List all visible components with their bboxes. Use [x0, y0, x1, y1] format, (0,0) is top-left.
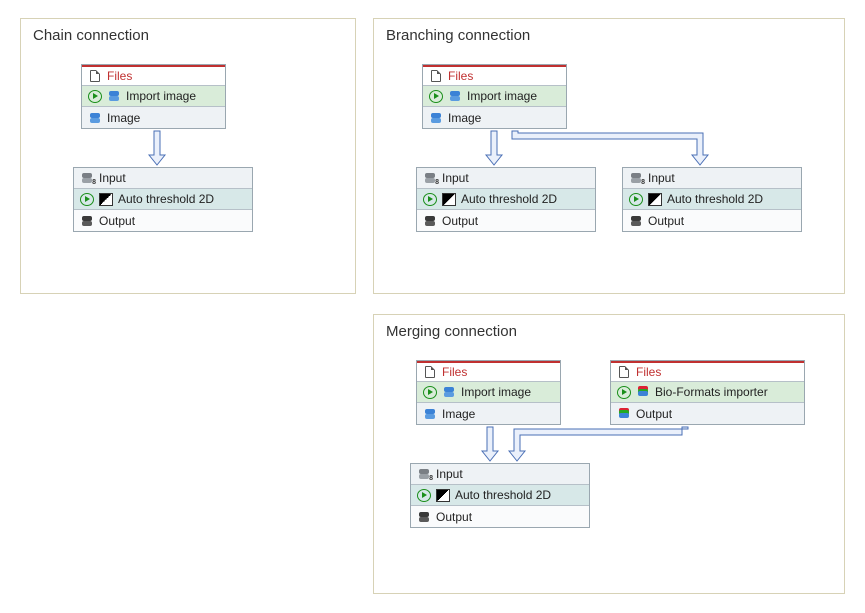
op-row[interactable]: Bio-Formats importer	[611, 382, 804, 403]
threshold-icon	[442, 193, 456, 206]
op-label: Import image	[126, 89, 196, 103]
stack-icon: 8	[80, 171, 94, 185]
slot-files: Files	[82, 65, 225, 86]
play-icon	[88, 90, 102, 103]
node-import-image[interactable]: Files Import image Image	[422, 64, 567, 129]
file-icon	[429, 69, 443, 83]
threshold-icon	[648, 193, 662, 206]
bioformats-icon	[617, 407, 631, 421]
mask-icon	[629, 214, 643, 228]
layers-icon	[88, 111, 102, 125]
op-label: Auto threshold 2D	[455, 488, 551, 502]
slot-label: Files	[448, 69, 473, 83]
play-icon	[417, 489, 431, 502]
node-auto-threshold[interactable]: 8 Input Auto threshold 2D Output	[410, 463, 590, 528]
slot-image: Image	[417, 403, 560, 424]
bioformats-icon	[636, 385, 650, 399]
node-bioformats[interactable]: Files Bio-Formats importer Output	[610, 360, 805, 425]
slot-output: Output	[623, 210, 801, 231]
slot-label: Output	[636, 407, 672, 421]
op-label: Auto threshold 2D	[118, 192, 214, 206]
node-import-image[interactable]: Files Import image Image	[81, 64, 226, 129]
slot-files: Files	[417, 361, 560, 382]
slot-label: Files	[107, 69, 132, 83]
slot-label: Files	[442, 365, 467, 379]
file-icon	[88, 69, 102, 83]
node-import-image[interactable]: Files Import image Image	[416, 360, 561, 425]
threshold-icon	[99, 193, 113, 206]
op-label: Auto threshold 2D	[667, 192, 763, 206]
mask-icon	[423, 214, 437, 228]
slot-output: Output	[411, 506, 589, 527]
slot-image: Image	[423, 107, 566, 128]
play-icon	[429, 90, 443, 103]
play-icon	[617, 386, 631, 399]
layers-icon	[442, 385, 456, 399]
op-label: Auto threshold 2D	[461, 192, 557, 206]
op-row[interactable]: Import image	[417, 382, 560, 403]
slot-label: Input	[99, 171, 126, 185]
play-icon	[629, 193, 643, 206]
op-label: Import image	[467, 89, 537, 103]
slot-label: Output	[436, 510, 472, 524]
connection-arrow	[149, 131, 165, 167]
slot-label: Input	[442, 171, 469, 185]
file-icon	[423, 365, 437, 379]
layers-icon	[448, 89, 462, 103]
slot-label: Input	[648, 171, 675, 185]
threshold-icon	[436, 489, 450, 502]
slot-label: Output	[442, 214, 478, 228]
play-icon	[423, 193, 437, 206]
panel-merge: Merging connection Files Import image Im…	[373, 314, 845, 594]
layers-icon	[423, 407, 437, 421]
op-row[interactable]: Auto threshold 2D	[74, 189, 252, 210]
slot-files: Files	[611, 361, 804, 382]
slot-output: Output	[611, 403, 804, 424]
stack-icon: 8	[423, 171, 437, 185]
op-row[interactable]: Auto threshold 2D	[411, 485, 589, 506]
node-auto-threshold[interactable]: 8 Input Auto threshold 2D Output	[73, 167, 253, 232]
panel-chain: Chain connection Files Import image Imag…	[20, 18, 356, 294]
connection-arrow	[482, 427, 498, 463]
op-row[interactable]: Auto threshold 2D	[623, 189, 801, 210]
op-label: Import image	[461, 385, 531, 399]
stack-icon: 8	[417, 467, 431, 481]
slot-label: Output	[99, 214, 135, 228]
slot-files: Files	[423, 65, 566, 86]
stack-icon: 8	[629, 171, 643, 185]
play-icon	[80, 193, 94, 206]
layers-icon	[429, 111, 443, 125]
op-row[interactable]: Import image	[423, 86, 566, 107]
op-row[interactable]: Import image	[82, 86, 225, 107]
connection-arrow-branch	[512, 131, 712, 167]
op-label: Bio-Formats importer	[655, 385, 768, 399]
layers-icon	[107, 89, 121, 103]
slot-image: Image	[82, 107, 225, 128]
panel-title: Merging connection	[386, 323, 517, 340]
slot-label: Output	[648, 214, 684, 228]
slot-label: Image	[442, 407, 475, 421]
slot-label: Files	[636, 365, 661, 379]
slot-input: 8 Input	[411, 464, 589, 485]
file-icon	[617, 365, 631, 379]
panel-branch: Branching connection Files Import image …	[373, 18, 845, 294]
slot-label: Input	[436, 467, 463, 481]
slot-output: Output	[417, 210, 595, 231]
connection-arrow	[486, 131, 502, 167]
mask-icon	[80, 214, 94, 228]
slot-label: Image	[107, 111, 140, 125]
op-row[interactable]: Auto threshold 2D	[417, 189, 595, 210]
slot-output: Output	[74, 210, 252, 231]
panel-title: Branching connection	[386, 27, 530, 44]
mask-icon	[417, 510, 431, 524]
slot-input: 8 Input	[417, 168, 595, 189]
panel-title: Chain connection	[33, 27, 149, 44]
slot-label: Image	[448, 111, 481, 125]
play-icon	[423, 386, 437, 399]
connection-arrow-merge	[514, 427, 694, 463]
slot-input: 8 Input	[623, 168, 801, 189]
node-auto-threshold[interactable]: 8 Input Auto threshold 2D Output	[416, 167, 596, 232]
node-auto-threshold[interactable]: 8 Input Auto threshold 2D Output	[622, 167, 802, 232]
slot-input: 8 Input	[74, 168, 252, 189]
